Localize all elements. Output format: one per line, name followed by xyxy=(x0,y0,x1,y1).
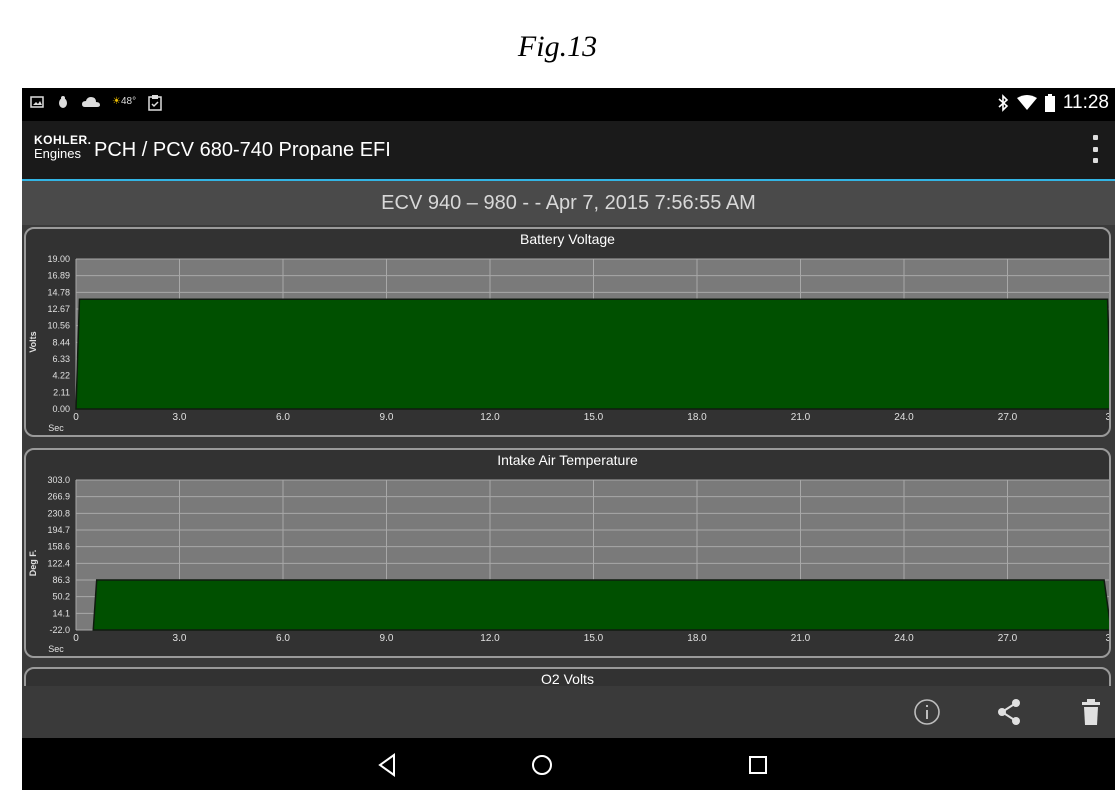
bluetooth-icon xyxy=(998,94,1009,112)
y-tick-label: 6.33 xyxy=(52,354,70,364)
back-icon[interactable] xyxy=(374,751,402,779)
x-tick-label: 6.0 xyxy=(276,412,290,423)
weather-temp: 48° xyxy=(120,96,137,107)
data-area xyxy=(92,579,1109,631)
x-tick-label: 15.0 xyxy=(584,412,604,423)
x-tick-label: 21.0 xyxy=(791,633,811,644)
x-tick-label: 15.0 xyxy=(584,633,604,644)
x-tick-label: 27.0 xyxy=(998,633,1018,644)
y-axis-label: Deg F. xyxy=(28,550,38,577)
cloud-upload-icon xyxy=(82,97,100,107)
x-tick-label: 12.0 xyxy=(480,633,500,644)
share-icon[interactable] xyxy=(993,696,1025,728)
x-tick-label: 9.0 xyxy=(380,633,394,644)
y-tick-label: 2.11 xyxy=(53,387,70,397)
clipboard-icon xyxy=(148,95,162,111)
x-tick-label: 30 xyxy=(1105,633,1111,644)
x-tick-label: 18.0 xyxy=(687,412,707,423)
y-axis-label: Volts xyxy=(28,331,38,352)
y-tick-label: 8.44 xyxy=(52,337,70,347)
y-tick-label: 194.7 xyxy=(47,525,70,535)
y-tick-label: 266.9 xyxy=(47,492,70,502)
x-tick-label: 18.0 xyxy=(687,633,707,644)
y-tick-label: 158.6 xyxy=(47,542,70,552)
x-tick-label: 6.0 xyxy=(276,633,290,644)
logo-brand: KOHLER. xyxy=(34,133,92,147)
bottom-action-bar xyxy=(22,686,1115,738)
navigation-bar xyxy=(22,738,1115,790)
bug-icon xyxy=(59,96,67,108)
info-icon[interactable] xyxy=(911,696,943,728)
x-tick-label: 21.0 xyxy=(791,412,811,423)
figure-caption: Fig.13 xyxy=(517,30,598,63)
battery-icon xyxy=(1044,94,1055,112)
y-tick-label: 303.0 xyxy=(47,475,70,485)
y-tick-label: 10.56 xyxy=(47,321,70,331)
x-tick-label: 0 xyxy=(73,412,79,423)
trash-icon[interactable] xyxy=(1075,696,1107,728)
logo-subtitle: Engines xyxy=(34,146,81,161)
chart-title: O2 Volts xyxy=(541,671,594,687)
y-tick-label: 14.1 xyxy=(52,608,70,618)
x-axis-label: Sec xyxy=(48,423,64,433)
x-tick-label: 9.0 xyxy=(380,412,394,423)
x-tick-label: 3.0 xyxy=(173,412,187,423)
y-tick-label: 16.89 xyxy=(47,271,70,281)
kohler-logo: KOHLER. Engines xyxy=(34,133,92,167)
y-tick-label: 14.78 xyxy=(47,287,70,297)
y-tick-label: 4.22 xyxy=(52,371,70,381)
app-title: PCH / PCV 680-740 Propane EFI xyxy=(94,139,391,161)
y-tick-label: -22.0 xyxy=(49,625,70,635)
tablet-screen: ☀48° 11:28 KOHLER. Engines PCH / PCV 680… xyxy=(22,88,1115,790)
y-tick-label: 86.3 xyxy=(52,575,70,585)
x-tick-label: 0 xyxy=(73,633,79,644)
overflow-menu-icon[interactable] xyxy=(1089,135,1101,163)
y-tick-label: 19.00 xyxy=(47,254,70,264)
home-icon[interactable] xyxy=(528,751,556,779)
y-tick-label: 0.00 xyxy=(52,404,70,414)
data-area xyxy=(75,298,1109,410)
x-tick-label: 12.0 xyxy=(480,412,500,423)
x-axis-label: Sec xyxy=(48,644,64,654)
recents-icon[interactable] xyxy=(744,751,772,779)
battery-voltage-chart: Battery Voltage 0 3.0 6.0 9.0 12.0 15.0 18.0 21… xyxy=(24,227,1111,437)
wifi-icon xyxy=(1016,95,1037,110)
intake-air-temperature-plot: 0 3.0 6.0 9.0 12.0 15.0 18.0 21.0 24.0 27.0 30 303.… xyxy=(28,475,1111,654)
battery-voltage-plot: 0 3.0 6.0 9.0 12.0 15.0 18.0 21.0 24.0 27.0 30 19.0… xyxy=(28,254,1111,433)
y-tick-label: 230.8 xyxy=(47,508,70,518)
weather-icon: ☀48° xyxy=(112,96,137,107)
x-tick-label: 27.0 xyxy=(998,412,1018,423)
clock: 11:28 xyxy=(1062,92,1109,113)
status-bar: ☀48° 11:28 xyxy=(22,88,1115,121)
y-tick-label: 122.4 xyxy=(47,558,70,568)
y-tick-label: 50.2 xyxy=(52,592,70,602)
x-tick-label: 24.0 xyxy=(894,412,914,423)
app-bar: KOHLER. Engines PCH / PCV 680-740 Propan… xyxy=(22,121,1115,181)
x-tick-label: 30 xyxy=(1105,412,1111,423)
intake-air-temperature-chart: Intake Air Temperature 0 3.0 6.0 9.0 12.0 15.… xyxy=(24,448,1111,658)
y-tick-label: 12.67 xyxy=(47,304,70,314)
session-title: ECV 940 – 980 - - Apr 7, 2015 7:56:55 AM xyxy=(22,181,1115,225)
image-icon xyxy=(30,96,44,108)
x-tick-label: 3.0 xyxy=(173,633,187,644)
x-tick-label: 24.0 xyxy=(894,633,914,644)
